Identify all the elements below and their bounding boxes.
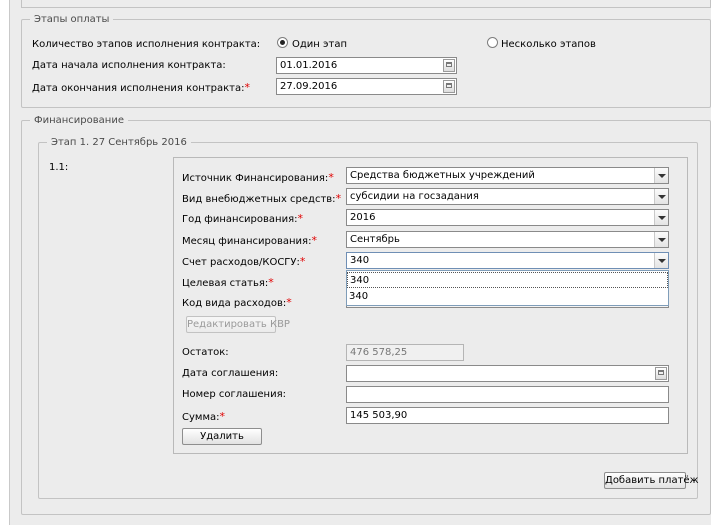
chevron-down-icon[interactable]: [654, 253, 668, 268]
month-label: Месяц финансирования:*: [182, 234, 317, 247]
chevron-down-icon[interactable]: [654, 210, 668, 225]
kosgu-option[interactable]: 340: [347, 272, 668, 288]
sum-field[interactable]: 145 503,90: [346, 407, 669, 424]
kosgu-select[interactable]: 340: [346, 252, 669, 269]
start-date-field[interactable]: 01.01.2016: [276, 57, 457, 74]
multiple-stages-radio[interactable]: [487, 37, 498, 48]
payment-stages-legend: Этапы оплаты: [34, 14, 110, 25]
add-payment-button[interactable]: Добавить платёж: [604, 472, 699, 489]
stages-count-label: Количество этапов исполнения контракта:: [32, 39, 261, 50]
balance-field: 476 578,25: [346, 344, 464, 361]
agreement-number-field[interactable]: [346, 386, 669, 403]
year-label: Год финансирования:*: [182, 212, 303, 225]
extra-funds-select[interactable]: субсидии на госзадания: [346, 188, 669, 205]
start-date-value: 01.01.2016: [280, 60, 338, 71]
delete-button[interactable]: Удалить: [182, 428, 262, 445]
source-select[interactable]: Средства бюджетных учреждений: [346, 167, 669, 184]
kvr-label: Код вида расходов:*: [182, 296, 292, 309]
stage-legend: Этап 1. 27 Сентябрь 2016: [51, 137, 187, 148]
target-article-label: Целевая статья:*: [182, 276, 274, 289]
agreement-date-label: Дата соглашения:: [182, 368, 279, 379]
chevron-down-icon[interactable]: [654, 189, 668, 204]
year-select[interactable]: 2016: [346, 209, 669, 226]
balance-label: Остаток:: [182, 347, 229, 358]
chevron-down-icon[interactable]: [654, 232, 668, 247]
financing-legend: Финансирование: [34, 115, 124, 126]
edit-kvr-button[interactable]: Редактировать КВР: [186, 316, 290, 333]
agreement-date-field[interactable]: [346, 365, 669, 382]
source-label: Источник Финансирования:*: [182, 171, 334, 184]
single-stage-label[interactable]: Один этап: [292, 39, 347, 50]
kosgu-label: Счет расходов/КОСГУ:*: [182, 255, 306, 268]
month-select[interactable]: Сентябрь: [346, 231, 669, 248]
calendar-icon[interactable]: [655, 367, 667, 380]
agreement-number-label: Номер соглашения:: [182, 389, 286, 400]
chevron-down-icon[interactable]: [654, 168, 668, 183]
calendar-icon[interactable]: [443, 59, 455, 72]
end-date-value: 27.09.2016: [280, 81, 338, 92]
previous-panel-border: [21, 0, 711, 8]
end-date-field[interactable]: 27.09.2016: [276, 78, 457, 95]
calendar-icon[interactable]: [443, 80, 455, 93]
single-stage-radio[interactable]: [277, 37, 288, 48]
sum-label: Сумма:*: [182, 410, 225, 423]
multiple-stages-label[interactable]: Несколько этапов: [501, 39, 596, 50]
kosgu-option[interactable]: 340: [347, 289, 668, 305]
kosgu-dropdown-list: 340 340: [346, 270, 669, 306]
end-date-label: Дата окончания исполнения контракта:*: [32, 81, 250, 94]
start-date-label: Дата начала исполнения контракта:: [32, 60, 226, 71]
extra-funds-label: Вид внебюджетных средств:*: [182, 192, 342, 205]
item-number: 1.1:: [49, 162, 69, 173]
